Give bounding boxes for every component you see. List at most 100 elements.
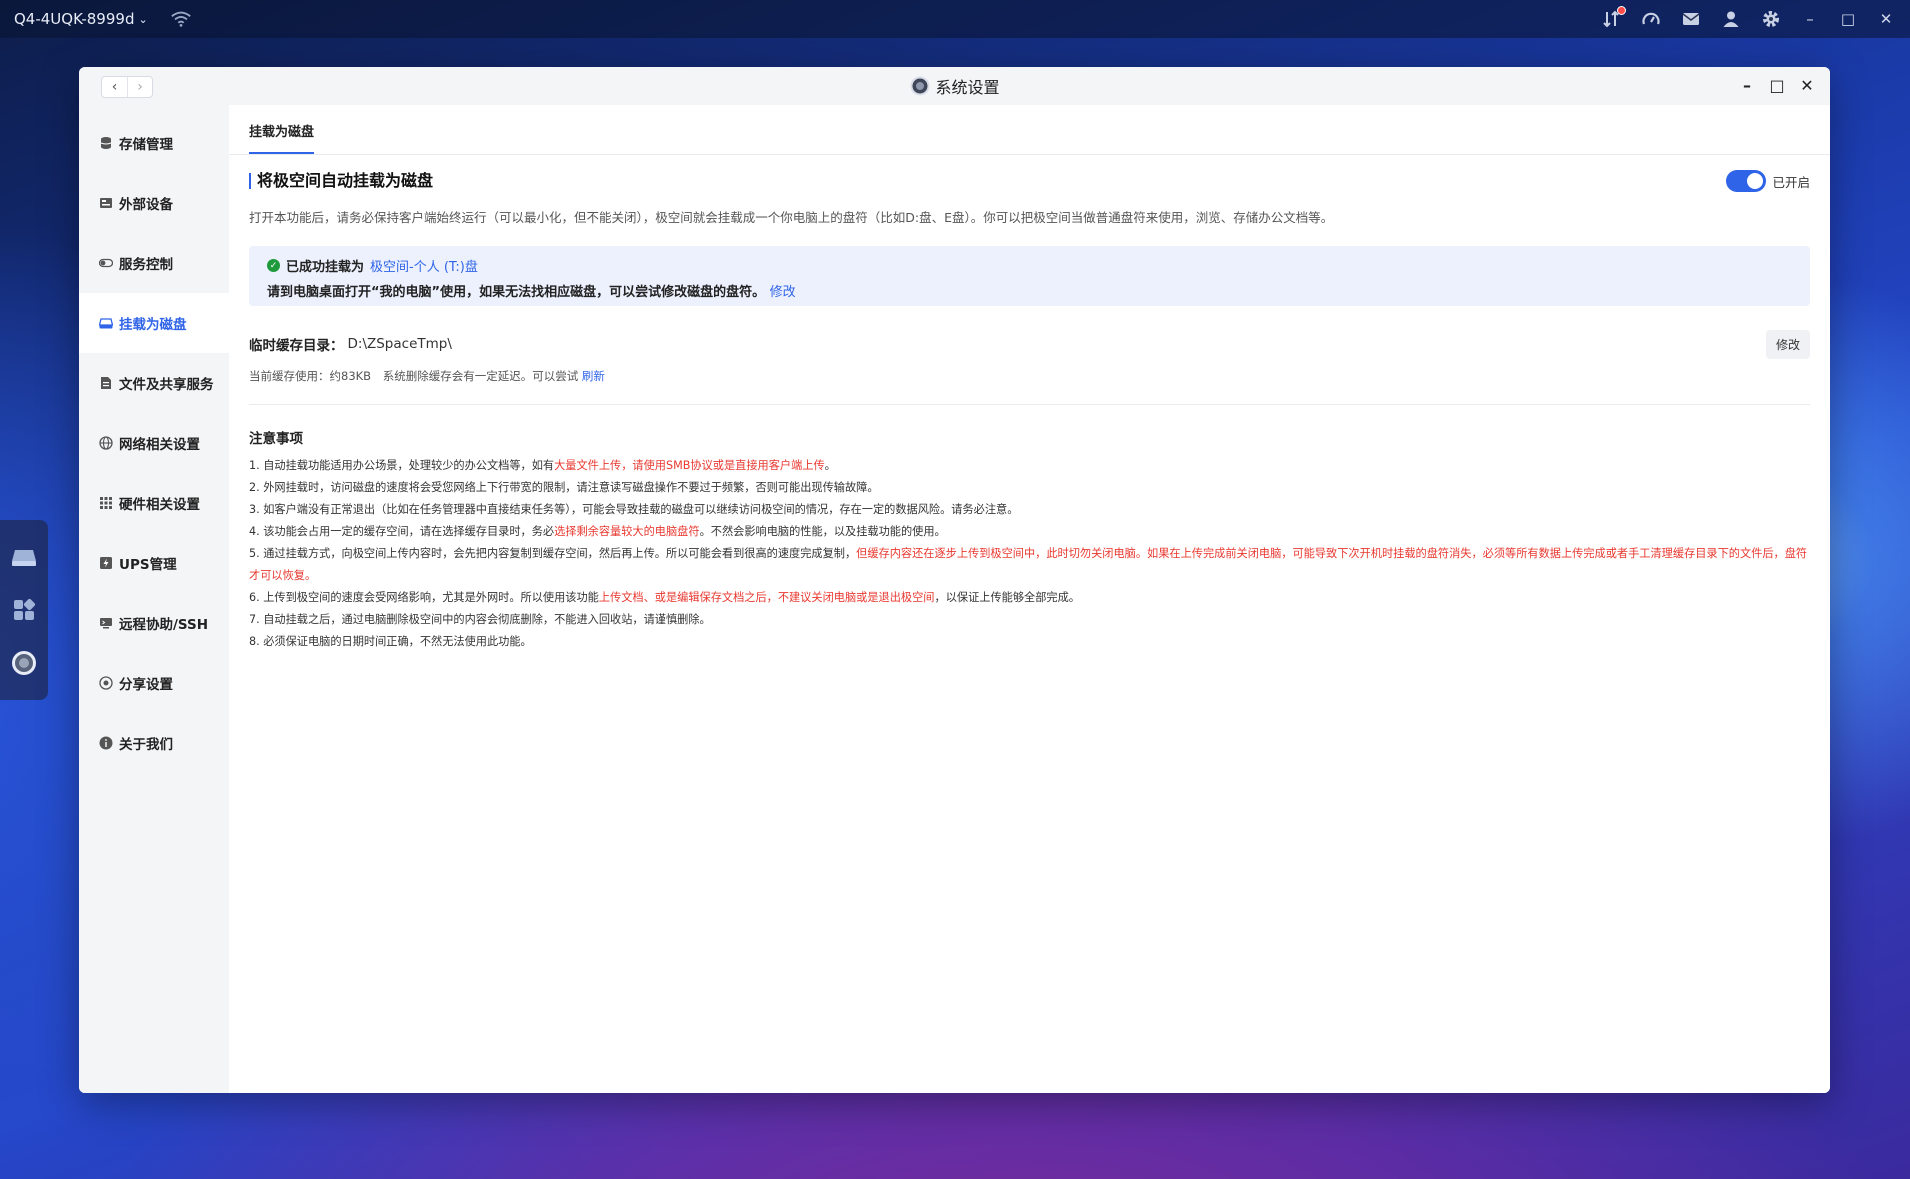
sidebar-item-label: 文件及共享服务 — [119, 377, 214, 393]
sidebar-item-label: 外部设备 — [119, 197, 173, 213]
cache-usage-value: 约83KB — [329, 369, 372, 383]
maximize-button[interactable]: □ — [1768, 75, 1786, 95]
mail-icon[interactable] — [1680, 8, 1702, 30]
content-area: 将极空间自动挂载为磁盘 已开启 打开本功能后，请务必保持客户端始终运行（可以最小… — [229, 169, 1830, 653]
top-bar: Q4-4UQK-8999d ⌄ – □ ✕ — [0, 0, 1910, 38]
settings-sidebar: 存储管理 外部设备 服务控制 挂载为磁盘 文件及共享服务 网络相关设置 硬件相关… — [79, 105, 229, 1093]
sidebar-item-remote-ssh[interactable]: 远程协助/SSH — [79, 593, 229, 653]
user-icon[interactable] — [1720, 8, 1742, 30]
sidebar-item-share[interactable]: 分享设置 — [79, 653, 229, 713]
chevron-down-icon: ⌄ — [138, 12, 148, 26]
sidebar-item-label: 硬件相关设置 — [119, 497, 200, 513]
notification-dot — [1617, 6, 1626, 15]
note-text: 7. 自动挂载之后，通过电脑删除极空间中的内容会彻底删除，不能进入回收站，请谨慎… — [249, 613, 711, 626]
section-header: 将极空间自动挂载为磁盘 已开启 — [249, 169, 1810, 193]
sidebar-item-label: 服务控制 — [119, 257, 173, 273]
main-panel: 挂载为磁盘 将极空间自动挂载为磁盘 已开启 打开本功能后，请务必保持客户端始终运… — [229, 105, 1830, 1093]
toggle-icon — [99, 258, 113, 268]
disk-icon — [99, 318, 113, 329]
speedometer-icon[interactable] — [1640, 8, 1662, 30]
desktop-minimize-button[interactable]: – — [1800, 10, 1820, 28]
network-icon — [99, 436, 113, 450]
dock-settings-icon[interactable] — [9, 648, 39, 678]
auto-mount-toggle-group: 已开启 — [1726, 170, 1810, 192]
modify-drive-letter-link[interactable]: 修改 — [770, 285, 796, 300]
refresh-link[interactable]: 刷新 — [582, 369, 605, 383]
note-item: 6. 上传到极空间的速度会受网络影响，尤其是外网时。所以使用该功能上传文档、或是… — [249, 587, 1810, 609]
transfer-icon[interactable] — [1600, 6, 1626, 30]
tab-mount-disk[interactable]: 挂载为磁盘 — [249, 121, 315, 154]
check-circle-icon: ✓ — [267, 259, 280, 272]
feature-description: 打开本功能后，请务必保持客户端始终运行（可以最小化，但不能关闭），极空间就会挂载… — [249, 210, 1334, 225]
mount-status-line: ✓ 已成功挂载为 极空间-个人 (T:)盘 — [267, 256, 1792, 275]
note-item: 3. 如客户端没有正常退出（比如在任务管理器中直接结束任务等），可能会导致挂载的… — [249, 499, 1810, 521]
ups-icon — [100, 557, 112, 569]
sidebar-item-label: 远程协助/SSH — [119, 617, 209, 633]
back-button[interactable]: ‹ — [102, 77, 127, 97]
settings-app-icon — [909, 76, 929, 96]
window-controls: – □ ✕ — [1738, 75, 1816, 95]
device-name-label: Q4-4UQK-8999d — [14, 10, 135, 28]
toggle-status-label: 已开启 — [1772, 174, 1810, 190]
note-item: 4. 该功能会占用一定的缓存空间，请在选择缓存目录时，务必选择剩余容量较大的电脑… — [249, 521, 1810, 543]
note-text: 8. 必须保证电脑的日期时间正确，不然无法使用此功能。 — [249, 635, 532, 648]
sidebar-item-label: 关于我们 — [119, 737, 173, 753]
note-warning-text: 上传文档、或是编辑保存文档之后，不建议关闭电脑或是退出极空间 — [598, 591, 935, 604]
sidebar-item-storage[interactable]: 存储管理 — [79, 113, 229, 173]
mount-status-box: ✓ 已成功挂载为 极空间-个人 (T:)盘 请到电脑桌面打开“我的电脑”使用，如… — [249, 246, 1810, 306]
window-title: 系统设置 — [935, 78, 1000, 97]
share-icon — [99, 676, 113, 690]
sidebar-item-service-control[interactable]: 服务控制 — [79, 233, 229, 293]
tab-bar: 挂载为磁盘 — [229, 105, 1830, 155]
sidebar-item-external-devices[interactable]: 外部设备 — [79, 173, 229, 233]
close-button[interactable]: ✕ — [1798, 75, 1816, 95]
wifi-icon — [170, 11, 191, 27]
cache-usage-line: 当前缓存使用：约83KB 系统删除缓存会有一定延迟。可以尝试 刷新 — [249, 368, 1810, 384]
dock-apps-icon[interactable] — [9, 595, 39, 625]
sidebar-item-label: UPS管理 — [119, 557, 177, 573]
sidebar-item-about[interactable]: 关于我们 — [79, 713, 229, 773]
note-warning-text: 大量文件上传，请使用SMB协议或是直接用客户端上传 — [554, 459, 825, 472]
sidebar-item-label: 网络相关设置 — [119, 437, 200, 453]
modify-cache-dir-button[interactable]: 修改 — [1765, 329, 1810, 359]
dock-disk-icon[interactable] — [9, 542, 39, 572]
note-text: ，以保证上传能够全部完成。 — [934, 591, 1080, 604]
note-text: 5. 通过挂载方式，向极空间上传内容时，会先把内容复制到缓存空间，然后再上传。所… — [249, 547, 857, 560]
cache-usage-note: 系统删除缓存会有一定延迟。可以尝试 — [382, 369, 579, 383]
mount-hint-text: 请到电脑桌面打开“我的电脑”使用，如果无法找相应磁盘，可以尝试修改磁盘的盘符。 — [267, 285, 766, 300]
sidebar-item-ups[interactable]: UPS管理 — [79, 533, 229, 593]
notes-title: 注意事项 — [249, 431, 303, 447]
cache-dir-path: D:\ZSpaceTmp\ — [347, 336, 452, 352]
app-dock — [0, 520, 48, 700]
section-title: 将极空间自动挂载为磁盘 — [249, 173, 433, 189]
window-title-group: 系统设置 — [909, 74, 1000, 98]
note-item: 8. 必须保证电脑的日期时间正确，不然无法使用此功能。 — [249, 631, 1810, 653]
divider — [249, 404, 1810, 405]
sidebar-item-file-sharing[interactable]: 文件及共享服务 — [79, 353, 229, 413]
sidebar-item-mount-disk[interactable]: 挂载为磁盘 — [79, 293, 229, 353]
mounted-drive-name: 极空间-个人 (T:)盘 — [370, 260, 478, 275]
note-text: 。不然会影响电脑的性能，以及挂载功能的使用。 — [699, 525, 946, 538]
sidebar-item-hardware[interactable]: 硬件相关设置 — [79, 473, 229, 533]
gear-icon[interactable] — [1760, 8, 1782, 30]
sidebar-item-network[interactable]: 网络相关设置 — [79, 413, 229, 473]
forward-button[interactable]: › — [127, 77, 152, 97]
nav-arrows: ‹ › — [101, 76, 153, 98]
device-selector[interactable]: Q4-4UQK-8999d ⌄ — [14, 10, 148, 28]
mount-hint-line: 请到电脑桌面打开“我的电脑”使用，如果无法找相应磁盘，可以尝试修改磁盘的盘符。 … — [267, 281, 1792, 300]
window-titlebar: ‹ › 系统设置 – □ ✕ — [79, 67, 1830, 105]
desktop-close-button[interactable]: ✕ — [1876, 10, 1896, 28]
hardware-icon — [100, 497, 112, 509]
note-text: 6. 上传到极空间的速度会受网络影响，尤其是外网时。所以使用该功能 — [249, 591, 599, 604]
note-text: 3. 如客户端没有正常退出（比如在任务管理器中直接结束任务等），可能会导致挂载的… — [249, 503, 1019, 516]
sidebar-item-label: 分享设置 — [119, 677, 173, 693]
cache-usage-prefix: 当前缓存使用： — [249, 369, 330, 383]
desktop-maximize-button[interactable]: □ — [1838, 10, 1858, 28]
device-icon — [100, 198, 112, 208]
sidebar-item-label: 存储管理 — [119, 137, 173, 153]
auto-mount-toggle[interactable] — [1726, 170, 1767, 192]
minimize-button[interactable]: – — [1738, 75, 1756, 95]
note-text: 4. 该功能会占用一定的缓存空间，请在选择缓存目录时，务必 — [249, 525, 555, 538]
note-item: 2. 外网挂载时，访问磁盘的速度将会受您网络上下行带宽的限制，请注意读写磁盘操作… — [249, 477, 1810, 499]
remote-icon — [100, 618, 112, 629]
